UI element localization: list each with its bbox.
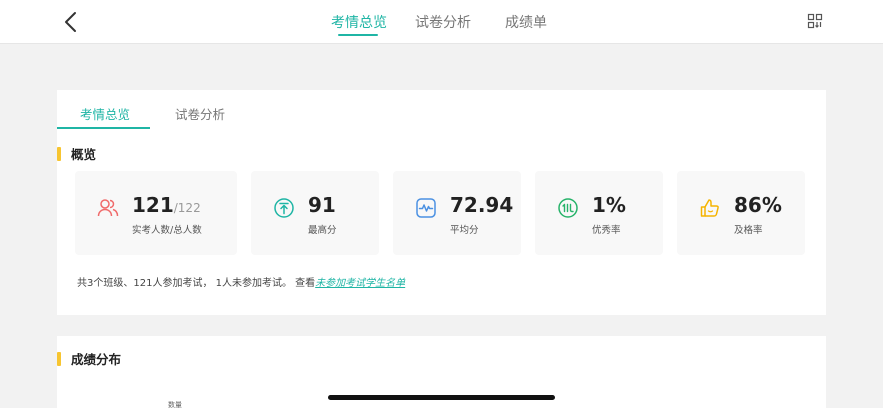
stat-value: 1% [592, 193, 626, 217]
inner-tab-paper-analysis[interactable]: 试卷分析 [175, 104, 225, 123]
scan-button[interactable] [807, 13, 823, 29]
people-icon [97, 199, 119, 217]
top-navigation-bar: 考情总览 试卷分析 成绩单 [0, 0, 883, 44]
section-marker [57, 146, 61, 161]
section-marker [57, 351, 61, 366]
summary-text: 共3个班级、121人参加考试， 1人未参加考试。 查看 [77, 278, 316, 289]
stat-average-score: 72.94 平均分 [393, 171, 521, 255]
total-count: /122 [173, 201, 201, 215]
stat-label: 最高分 [308, 225, 337, 236]
inner-tab-exam-overview[interactable]: 考情总览 [80, 104, 130, 123]
inner-tabs: 考情总览 试卷分析 [57, 90, 826, 130]
stat-label: 实考人数/总人数 [132, 225, 202, 236]
attendance-summary: 共3个班级、121人参加考试， 1人未参加考试。 查看未参加考试学生名单 [77, 274, 405, 289]
stat-value: 86% [734, 193, 782, 217]
excellent-badge-icon [558, 198, 578, 218]
stat-label: 优秀率 [592, 225, 621, 236]
distribution-title-text: 成绩分布 [71, 352, 122, 367]
back-button[interactable] [58, 9, 82, 35]
pulse-icon [416, 198, 436, 218]
y-axis-label: 数量 [168, 401, 182, 408]
chevron-left-icon [65, 12, 76, 32]
stat-label: 及格率 [734, 225, 763, 236]
absent-students-link[interactable]: 未参加考试学生名单 [315, 278, 405, 289]
active-tab-indicator [338, 34, 378, 36]
stat-value: 91 [308, 193, 336, 217]
thumbs-up-icon [700, 199, 719, 217]
stat-value: 121/122 [132, 193, 201, 217]
stat-excellent-rate: 1% 优秀率 [535, 171, 663, 255]
home-indicator[interactable] [328, 395, 555, 400]
tab-paper-analysis[interactable]: 试卷分析 [415, 12, 471, 32]
stat-pass-rate: 86% 及格率 [677, 171, 805, 255]
stat-label: 平均分 [450, 225, 479, 236]
tab-transcript[interactable]: 成绩单 [505, 12, 547, 32]
overview-card: 考情总览 试卷分析 概览 121/122 实考人数/总人数 91 最高分 72.… [57, 90, 826, 315]
stat-value: 72.94 [450, 193, 514, 217]
scan-icon [807, 13, 823, 29]
overview-title-text: 概览 [71, 147, 97, 162]
attended-count: 121 [132, 193, 174, 217]
stat-highest-score: 91 最高分 [251, 171, 379, 255]
distribution-section-title: 成绩分布 [57, 349, 121, 368]
stat-attendance: 121/122 实考人数/总人数 [75, 171, 237, 255]
inner-tab-indicator [57, 127, 150, 129]
overview-section-title: 概览 [57, 144, 96, 163]
tab-exam-overview[interactable]: 考情总览 [331, 12, 387, 32]
arrow-up-circle-icon [274, 198, 294, 218]
